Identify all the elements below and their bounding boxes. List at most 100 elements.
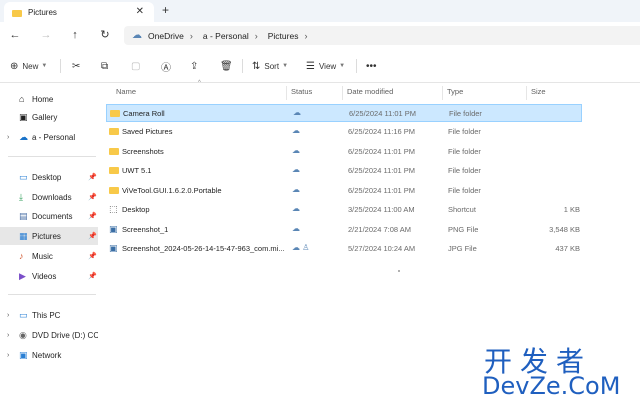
chevron-down-icon: ▼ [41,63,48,69]
chevron-right-icon[interactable]: › [7,352,9,359]
view-icon: ☰ [306,60,315,72]
breadcrumb-onedrive[interactable]: OneDrive [148,31,184,41]
cloud-status-icon: ☁ [293,108,301,117]
sidebar-item-personal[interactable]: › ☁ a - Personal [0,128,98,146]
chevron-right-icon[interactable]: › [7,312,9,319]
sidebar-item-music[interactable]: ♪ Music 📌 [0,247,98,265]
documents-icon: ▤ [19,210,28,221]
cloud-status-icon: ☁ [292,146,300,155]
scissors-icon: ✂ [72,60,81,72]
sidebar-item-network[interactable]: › ▣ Network [0,346,98,364]
new-button[interactable]: ⊕ New ▼ [10,58,47,74]
sidebar-item-dvd-drive[interactable]: › ◉ DVD Drive (D:) CCC [0,326,105,344]
toolbar-divider [242,59,243,73]
image-file-icon: ▣ [109,243,118,253]
rename-button[interactable]: Ⓐ [161,58,171,74]
sort-button[interactable]: ⇅ Sort ▼ [252,58,288,74]
dvd-icon: ◉ [19,329,27,340]
trash-icon: 🗑 [220,60,233,72]
column-divider[interactable] [286,86,287,100]
file-row[interactable]: Screenshots ☁ 6/25/2024 11:01 PM File fo… [106,143,582,161]
column-header-size[interactable]: Size [531,87,546,99]
watermark-logo: 开发者 DevZe.CoM [478,340,638,404]
file-row[interactable]: Camera Roll ☁ 6/25/2024 11:01 PM File fo… [106,104,582,122]
gallery-icon: ▣ [19,111,28,122]
cloud-status-icon: ☁ [292,224,300,233]
more-options-button[interactable]: ••• [366,58,377,74]
breadcrumb-personal[interactable]: a - Personal [203,31,249,41]
toolbar-divider [60,59,61,73]
shortcut-icon: ⬚ [109,204,118,214]
cut-button[interactable]: ✂ [72,58,80,74]
file-row[interactable]: ▣ Screenshot_1 ☁ 2/21/2024 7:08 AM PNG F… [106,221,582,239]
folder-icon [109,126,119,136]
cloud-icon: ☁ [19,131,28,142]
column-header-type[interactable]: Type [447,87,463,99]
sidebar-item-desktop[interactable]: ▭ Desktop 📌 [0,168,98,186]
breadcrumb[interactable]: ☁ OneDrive › a - Personal › Pictures › [124,26,640,45]
breadcrumb-separator: › [254,30,258,41]
pin-icon: 📌 [88,233,97,240]
rename-icon: Ⓐ [161,62,171,74]
sidebar-item-home[interactable]: ⌂ Home [0,90,98,108]
empty-area-marker [398,270,400,272]
column-header-status[interactable]: Status [291,87,312,99]
delete-button[interactable]: 🗑 [220,58,233,74]
up-button[interactable]: ↑ [66,27,84,43]
breadcrumb-separator: › [304,30,308,41]
sidebar-item-documents[interactable]: ▤ Documents 📌 [0,207,98,225]
share-button[interactable]: ⇪ [190,58,198,74]
clipboard-icon: ▢ [131,60,141,72]
back-button[interactable]: ← [6,27,24,43]
cloud-status-icon: ☁ [292,165,300,174]
navigation-pane: ⌂ Home ▣ Gallery › ☁ a - Personal ▭ Desk… [0,84,105,407]
column-header-date[interactable]: Date modified [347,87,393,99]
view-button[interactable]: ☰ View ▼ [306,58,345,74]
column-header-name[interactable]: Name [116,87,136,99]
plus-icon: ⊕ [10,60,19,72]
refresh-button[interactable]: ↻ [96,27,114,43]
tab-pictures[interactable]: Pictures ✕ [4,2,154,22]
cloud-status-icon: ☁ [292,185,300,194]
music-icon: ♪ [19,251,24,261]
more-icon: ••• [366,60,377,72]
sidebar-divider [8,294,96,295]
column-divider[interactable] [342,86,343,100]
forward-button[interactable]: → [37,27,55,43]
cloud-icon: ☁ [132,30,142,41]
address-bar: ← → ↑ ↻ ☁ OneDrive › a - Personal › Pict… [0,22,640,49]
sidebar-item-this-pc[interactable]: › ▭ This PC [0,306,98,324]
title-bar: Pictures ✕ + [0,0,640,22]
watermark-text-en: DevZe.CoM [482,372,621,400]
file-row[interactable]: ViVeTool.GUI.1.6.2.0.Portable ☁ 6/25/202… [106,182,582,200]
chevron-right-icon[interactable]: › [7,332,9,339]
column-divider[interactable] [442,86,443,100]
file-row[interactable]: ▣ Screenshot_2024-05-26-14-15-47-963_com… [106,240,582,258]
sort-icon: ⇅ [252,60,261,72]
copy-button[interactable]: ⧉ [101,58,108,74]
breadcrumb-pictures[interactable]: Pictures [268,31,299,41]
folder-icon [12,9,22,17]
share-icon: ⇪ [190,60,199,72]
sidebar-item-gallery[interactable]: ▣ Gallery [0,108,98,126]
toolbar-divider [356,59,357,73]
close-tab-icon[interactable]: ✕ [136,6,144,17]
tab-title: Pictures [28,7,57,17]
folder-icon [109,146,119,156]
file-row[interactable]: Saved Pictures ☁ 6/25/2024 11:16 PM File… [106,123,582,141]
chevron-right-icon[interactable]: › [7,134,9,141]
file-row[interactable]: ⬚ Desktop ☁ 3/25/2024 11:00 AM Shortcut … [106,201,582,219]
videos-icon: ▶ [19,270,26,281]
image-file-icon: ▣ [109,224,118,234]
file-row[interactable]: UWT 5.1 ☁ 6/25/2024 11:01 PM File folder [106,162,582,180]
new-tab-button[interactable]: + [162,3,169,17]
breadcrumb-separator: › [189,30,193,41]
column-divider[interactable] [526,86,527,100]
folder-icon [109,165,119,175]
sidebar-item-downloads[interactable]: ⤓ Downloads 📌 [0,188,98,206]
paste-button[interactable]: ▢ [131,58,140,74]
cloud-status-icon: ☁ [292,204,300,213]
sort-ascending-icon: ^ [198,80,201,86]
sidebar-item-videos[interactable]: ▶ Videos 📌 [0,267,98,285]
sidebar-item-pictures[interactable]: ▦ Pictures 📌 [0,227,98,245]
